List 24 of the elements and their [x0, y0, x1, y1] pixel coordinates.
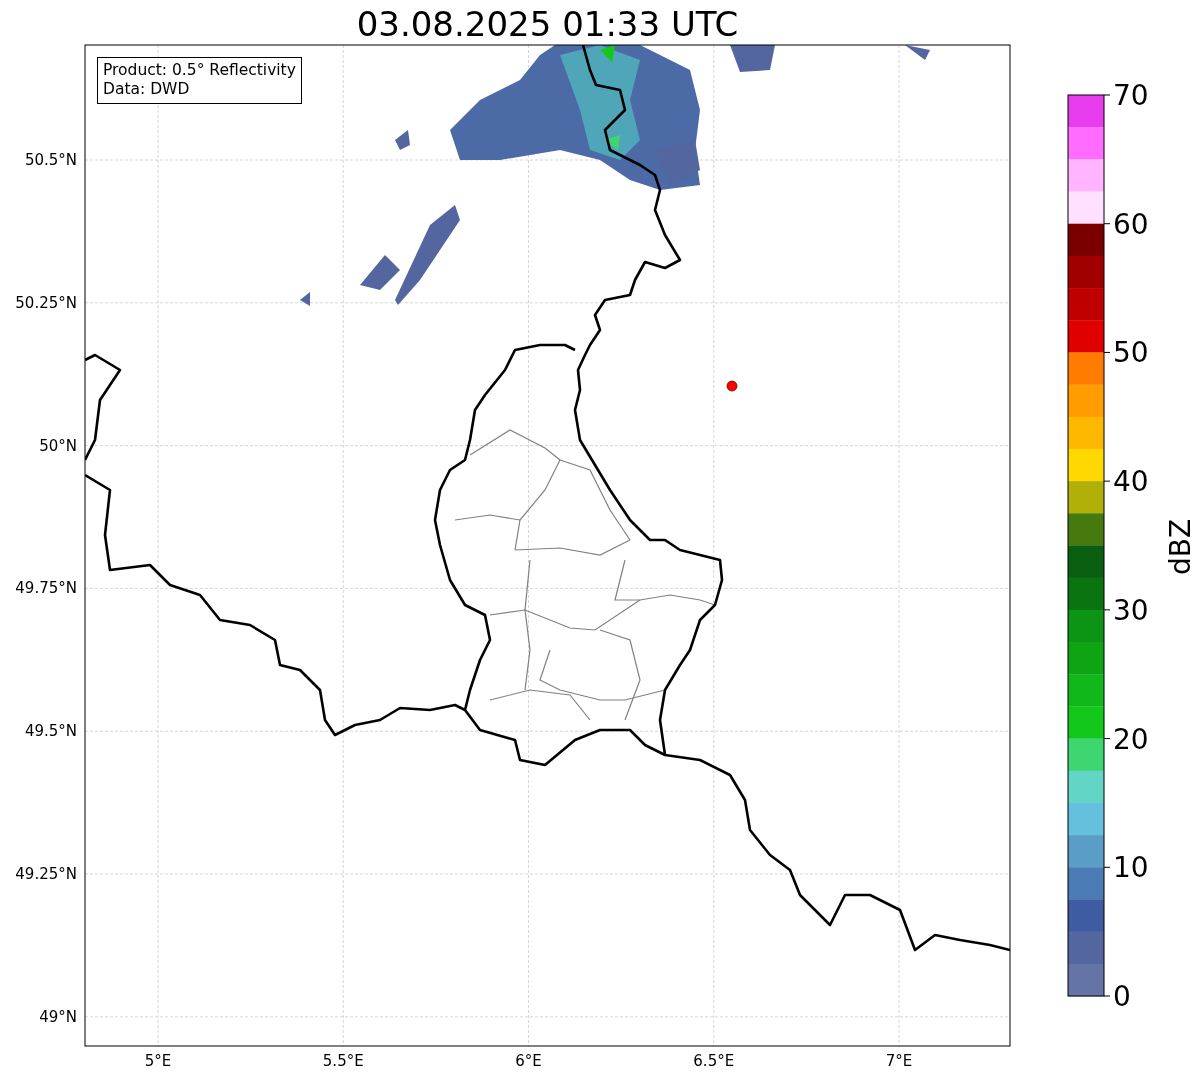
tick-label: 30 — [1113, 593, 1149, 627]
tick-label: 49.75°N — [15, 579, 77, 598]
tick-label: 49.25°N — [15, 865, 77, 883]
tick-label: 7°E — [885, 1052, 913, 1070]
tick-label: 10 — [1113, 851, 1149, 885]
tick-label: 49.5°N — [24, 722, 77, 741]
colorbar-label: dBZ — [1164, 518, 1197, 576]
tick-label: 50 — [1113, 336, 1149, 370]
tick-label: 20 — [1113, 722, 1149, 756]
tick-label: 50°N — [39, 436, 77, 455]
location-marker — [726, 380, 738, 392]
tick-label: 5.5°E — [322, 1052, 364, 1070]
tick-label: 0 — [1113, 980, 1131, 1013]
map-title: 03.08.2025 01:33 UTC — [356, 4, 739, 44]
tick-label: 49°N — [39, 1007, 77, 1026]
tick-label: 50.25°N — [15, 293, 77, 312]
tick-label: 5°E — [144, 1052, 172, 1070]
tick-label: 60 — [1113, 207, 1149, 241]
legend-box: Product: 0.5° Reflectivity Data: DWD — [97, 57, 302, 104]
tick-label: 6°E — [515, 1052, 542, 1070]
tick-label: 70 — [1113, 79, 1149, 112]
tick-label: 6.5°E — [693, 1052, 735, 1070]
tick-label: 40 — [1113, 465, 1149, 499]
tick-label: 50.5°N — [24, 151, 77, 169]
